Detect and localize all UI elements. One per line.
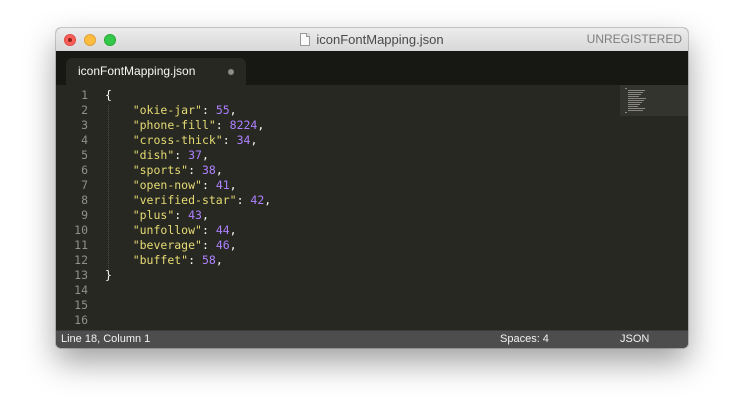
cursor-position[interactable]: Line 18, Column 1 xyxy=(61,331,150,348)
code-line: "open-now": 41, xyxy=(132,178,237,192)
minimap-line xyxy=(628,102,642,103)
json-key: "beverage" xyxy=(132,238,202,252)
json-separator: , xyxy=(215,163,223,177)
syntax-selector[interactable]: JSON xyxy=(620,331,649,348)
window-title: iconFontMapping.json xyxy=(316,32,444,47)
code-line: } xyxy=(105,268,271,283)
code-line: { xyxy=(105,88,271,103)
json-value: 41 xyxy=(215,178,230,192)
json-value: 38 xyxy=(201,163,216,177)
code-line: "plus": 43, xyxy=(132,208,209,222)
close-brace: } xyxy=(105,268,112,282)
json-key: "open-now" xyxy=(132,178,202,192)
minimap-line xyxy=(628,106,638,107)
code-line: "unfollow": 44, xyxy=(132,223,237,237)
line-number: 15 xyxy=(74,298,88,312)
json-separator: , xyxy=(201,148,209,162)
json-separator: , xyxy=(229,223,237,237)
json-key: "buffet" xyxy=(132,253,189,267)
minimap-line xyxy=(628,96,639,97)
json-key: "dish" xyxy=(132,148,175,162)
tab-iconfontmapping[interactable]: iconFontMapping.json xyxy=(66,58,246,85)
status-bar: Line 18, Column 1 Spaces: 4 JSON xyxy=(56,330,688,348)
json-key: "okie-jar" xyxy=(132,103,202,117)
line-number: 8 xyxy=(81,193,88,207)
line-number: 14 xyxy=(74,283,88,297)
minimap[interactable] xyxy=(620,85,688,116)
line-number: 9 xyxy=(81,208,88,222)
line-number: 11 xyxy=(74,238,88,252)
editor-window: iconFontMapping.json UNREGISTERED iconFo… xyxy=(56,28,688,348)
line-number: 10 xyxy=(74,223,88,237)
json-key: "unfollow" xyxy=(132,223,202,237)
json-separator: , xyxy=(215,253,223,267)
code-line: "sports": 38, xyxy=(132,163,223,177)
minimap-line xyxy=(628,100,644,101)
json-value: 34 xyxy=(236,133,251,147)
code-editor[interactable]: 1 2 3 4 5 6 7 8 9 10 11 12 13 14 15 16 { "okie-jar": 55… xyxy=(56,85,688,330)
json-separator: , xyxy=(229,178,237,192)
code-line: "okie-jar": 55, xyxy=(132,103,237,117)
json-separator: , xyxy=(229,103,237,117)
open-brace: { xyxy=(105,88,112,102)
minimap-line xyxy=(628,98,646,99)
json-value: 58 xyxy=(201,253,216,267)
minimap-line xyxy=(628,110,643,111)
json-separator: , xyxy=(257,118,265,132)
json-key: "cross-thick" xyxy=(132,133,223,147)
tab-bar: iconFontMapping.json xyxy=(56,51,688,85)
code-line: "beverage": 46, xyxy=(132,238,237,252)
json-value: 8224 xyxy=(229,118,258,132)
line-number: 4 xyxy=(81,133,88,147)
code-line: "cross-thick": 34, xyxy=(132,133,258,147)
line-number-gutter: 1 2 3 4 5 6 7 8 9 10 11 12 13 14 15 16 xyxy=(56,88,88,328)
json-key: "phone-fill" xyxy=(132,118,216,132)
code-line: "buffet": 58, xyxy=(132,253,223,267)
json-separator: , xyxy=(250,133,258,147)
json-key: "verified-star" xyxy=(132,193,237,207)
line-number: 16 xyxy=(74,313,88,327)
document-icon xyxy=(300,33,311,46)
line-number: 5 xyxy=(81,148,88,162)
json-value: 42 xyxy=(250,193,265,207)
code-line: "phone-fill": 8224, xyxy=(132,118,265,132)
title-bar[interactable]: iconFontMapping.json UNREGISTERED xyxy=(56,28,688,52)
line-number: 7 xyxy=(81,178,88,192)
minimap-line xyxy=(628,104,640,105)
json-value: 44 xyxy=(215,223,230,237)
json-value: 43 xyxy=(188,208,202,222)
line-number: 13 xyxy=(74,268,88,282)
unsaved-dot-icon[interactable] xyxy=(228,69,234,75)
json-separator: , xyxy=(229,238,237,252)
minimap-line xyxy=(625,112,627,113)
line-number: 2 xyxy=(81,103,88,117)
code-area[interactable]: { "okie-jar": 55, "phone-fill": 8224, "c… xyxy=(105,88,271,283)
license-label: UNREGISTERED xyxy=(586,32,682,46)
json-key: "plus" xyxy=(132,208,175,222)
minimap-line xyxy=(628,108,645,109)
json-value: 55 xyxy=(215,103,230,117)
code-line: "dish": 37, xyxy=(132,148,209,162)
minimap-line xyxy=(628,94,641,95)
json-value: 37 xyxy=(188,148,202,162)
line-number: 6 xyxy=(81,163,88,177)
line-number: 12 xyxy=(74,253,88,267)
json-separator: , xyxy=(264,193,272,207)
json-key: "sports" xyxy=(132,163,189,177)
tab-label: iconFontMapping.json xyxy=(78,64,196,78)
indentation-setting[interactable]: Spaces: 4 xyxy=(500,331,549,348)
minimap-line xyxy=(628,92,643,93)
code-line: "verified-star": 42, xyxy=(132,193,272,207)
minimap-line xyxy=(628,90,645,91)
line-number: 1 xyxy=(81,88,88,102)
line-number: 3 xyxy=(81,118,88,132)
json-separator: , xyxy=(201,208,209,222)
json-value: 46 xyxy=(215,238,230,252)
minimap-line xyxy=(625,88,627,89)
